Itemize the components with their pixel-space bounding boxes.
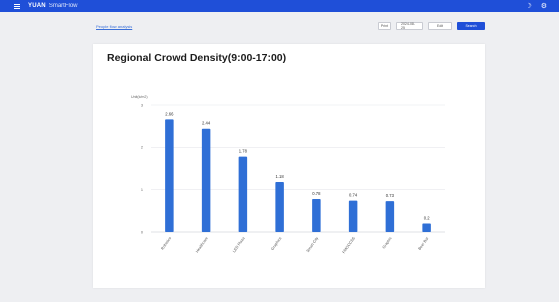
bar[interactable] — [238, 156, 248, 232]
y-tick-label: 0 — [141, 230, 143, 234]
x-tick-label: Graphics — [270, 236, 282, 251]
x-tick-label: Healthcare — [195, 236, 209, 253]
bar[interactable] — [312, 198, 321, 232]
y-axis-label: Unit(k/m2) — [131, 95, 148, 99]
breadcrumb[interactable]: People flow analysis — [96, 24, 132, 29]
x-tick-label: FMOCCSS — [342, 236, 356, 254]
bar-chart: Unit(k/m2) 0 1 2 3 2.66 Robotics 2.44 Healthcar… — [131, 95, 445, 254]
bar-value-label: 2.44 — [202, 121, 211, 126]
bar-value-label: 0.73 — [386, 193, 395, 198]
bar-value-label: 1.18 — [276, 174, 285, 179]
bar[interactable] — [385, 201, 395, 232]
app-subtitle: SmartFlow — [48, 3, 78, 9]
search-button[interactable]: Search — [457, 22, 485, 30]
bar[interactable] — [201, 128, 211, 232]
date-picker[interactable]: 2024-08-25 — [396, 22, 423, 30]
bar-value-label: 1.78 — [239, 149, 248, 154]
menu-icon[interactable] — [14, 3, 20, 9]
bar[interactable] — [422, 223, 431, 232]
toolbar: Print 2024-08-25 Edit Search — [378, 22, 485, 30]
settings-icon[interactable]: ⚙ — [541, 2, 547, 10]
edit-button[interactable]: Edit — [428, 22, 452, 30]
bar[interactable] — [275, 182, 284, 232]
bar-value-label: 2.66 — [165, 111, 174, 116]
chart-card: Regional Crowd Density(9:00-17:00) Unit(… — [93, 44, 485, 288]
x-tick-label: Robotics — [160, 236, 172, 250]
y-tick-label: 1 — [141, 188, 143, 192]
bar-value-label: 0.78 — [312, 191, 321, 196]
app-logo[interactable]: YUAN — [28, 3, 46, 9]
top-navigation-bar: YUAN SmartFlow ☽ ⚙ — [0, 0, 559, 12]
x-tick-label: Beer Bar — [418, 236, 430, 251]
x-tick-label: Graphic — [382, 236, 393, 249]
page-header: People flow analysis Print 2024-08-25 Ed… — [0, 12, 559, 42]
x-tick-label: Smart City — [306, 236, 319, 253]
bar[interactable] — [165, 119, 174, 232]
print-button[interactable]: Print — [378, 22, 391, 30]
x-tick-label: LED Plaza — [232, 236, 246, 254]
y-tick-label: 3 — [141, 103, 143, 107]
moon-icon[interactable]: ☽ — [525, 2, 531, 10]
y-tick-label: 2 — [141, 146, 143, 150]
bar-value-label: 0.2 — [424, 216, 430, 221]
bar[interactable] — [348, 200, 358, 232]
bar-value-label: 0.74 — [349, 193, 358, 198]
